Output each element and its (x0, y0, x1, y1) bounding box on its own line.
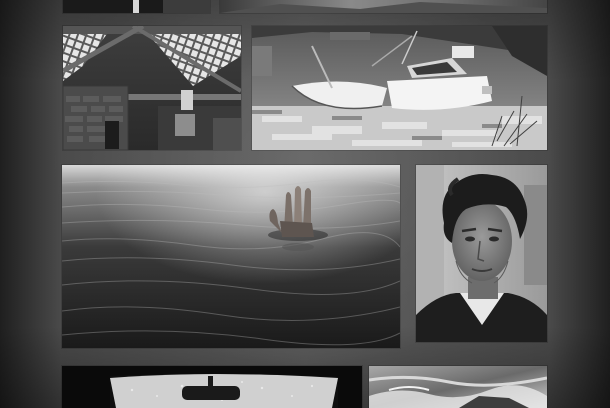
man-portrait-photo (416, 165, 547, 342)
wrecked-boats-photo (252, 26, 547, 150)
ruined-attic-photo (63, 26, 241, 150)
gallery-tile-hillside[interactable] (220, 0, 547, 13)
gallery-tile-dark-figure[interactable] (63, 0, 210, 13)
gallery-tile-ruined-attic[interactable] (63, 26, 241, 150)
gallery-tile-hand-in-water[interactable] (62, 165, 400, 348)
stormy-sea-photo (369, 366, 547, 408)
hillside-photo (220, 0, 547, 13)
photo-gallery-page (0, 0, 610, 408)
dark-figure-photo (63, 0, 210, 13)
car-windshield-photo (62, 366, 362, 408)
hand-in-water-photo (62, 165, 400, 348)
gallery-tile-stormy-sea[interactable] (369, 366, 547, 408)
gallery-tile-wrecked-boats[interactable] (252, 26, 547, 150)
gallery-tile-car-windshield[interactable] (62, 366, 362, 408)
gallery-tile-man-portrait[interactable] (416, 165, 547, 342)
